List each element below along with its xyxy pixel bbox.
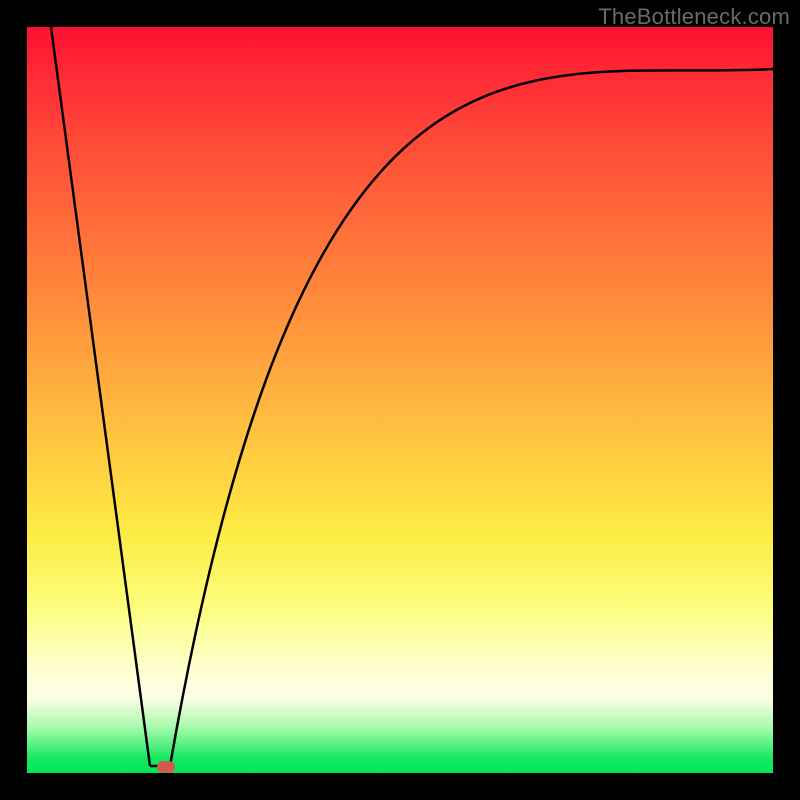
chart-plot-area [27,27,773,773]
curve-right-segment [170,69,773,766]
watermark-text: TheBottleneck.com [598,4,790,30]
curve-left-segment [51,27,150,766]
optimum-marker [157,761,175,773]
bottleneck-curve [27,27,773,773]
chart-frame: TheBottleneck.com [0,0,800,800]
